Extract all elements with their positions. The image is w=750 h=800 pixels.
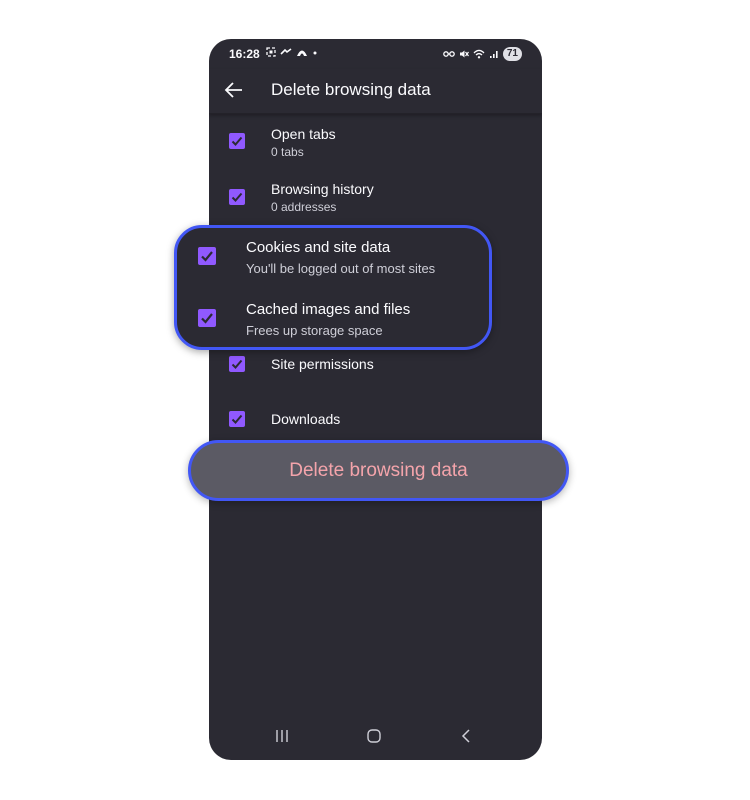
phone-screen: 16:28 71 Delete browsing data Open tabs … — [209, 39, 542, 760]
checkbox-downloads[interactable] — [229, 411, 245, 427]
nav-back-icon[interactable] — [459, 728, 475, 744]
screenshot-icon — [266, 47, 276, 57]
vpn-icon — [297, 50, 307, 56]
recents-icon[interactable] — [274, 728, 290, 744]
system-nav-bar — [209, 718, 542, 760]
checkmark-icon — [201, 251, 213, 262]
battery-icon: 71 — [502, 47, 522, 61]
option-title: Browsing history — [271, 181, 374, 197]
checkbox-open-tabs[interactable] — [229, 133, 245, 149]
checkmark-icon — [201, 313, 213, 324]
option-title: Open tabs — [271, 126, 336, 142]
option-browsing-history[interactable]: Browsing history 0 addresses — [209, 180, 542, 230]
mute-icon — [459, 50, 469, 58]
page-title: Delete browsing data — [271, 80, 431, 99]
checkbox-browsing-history[interactable] — [229, 189, 245, 205]
home-icon[interactable] — [366, 728, 382, 744]
option-subtitle: 0 addresses — [271, 200, 337, 214]
option-open-tabs[interactable]: Open tabs 0 tabs — [209, 125, 542, 175]
checkmark-icon — [231, 414, 243, 424]
option-title: Cookies and site data — [246, 239, 391, 256]
link-icon — [280, 48, 292, 55]
delete-browsing-data-button[interactable]: Delete browsing data — [188, 440, 569, 501]
option-subtitle: You'll be logged out of most sites — [246, 261, 436, 276]
wifi-icon — [473, 49, 485, 59]
back-arrow-icon[interactable] — [223, 79, 245, 101]
status-bar: 16:28 71 — [209, 39, 542, 69]
checkbox-cached-images[interactable] — [198, 309, 216, 327]
checkmark-icon — [231, 136, 243, 146]
option-title: Site permissions — [271, 356, 374, 372]
option-subtitle: 0 tabs — [271, 145, 304, 159]
option-title: Downloads — [271, 411, 341, 427]
highlighted-options: Cookies and site data You'll be logged o… — [174, 225, 492, 350]
option-cached-images-files[interactable]: Cached images and files Frees up storage… — [177, 288, 489, 346]
option-site-permissions[interactable]: Site permissions — [209, 351, 542, 401]
status-system-icons: 71 — [443, 47, 522, 61]
status-notification-icons — [266, 47, 318, 57]
checkbox-site-permissions[interactable] — [229, 356, 245, 372]
checkmark-icon — [231, 359, 243, 369]
checkmark-icon — [231, 192, 243, 202]
option-subtitle: Frees up storage space — [246, 323, 383, 338]
notification-dot-icon — [313, 51, 317, 55]
status-time: 16:28 — [229, 47, 260, 61]
option-cookies-site-data[interactable]: Cookies and site data You'll be logged o… — [177, 228, 489, 286]
option-title: Cached images and files — [246, 301, 411, 318]
signal-icon — [489, 51, 498, 58]
toolbar: Delete browsing data — [209, 69, 542, 114]
key-icon — [443, 51, 455, 57]
page: 16:28 71 Delete browsing data Open tabs … — [0, 0, 750, 800]
checkbox-cookies[interactable] — [198, 247, 216, 265]
